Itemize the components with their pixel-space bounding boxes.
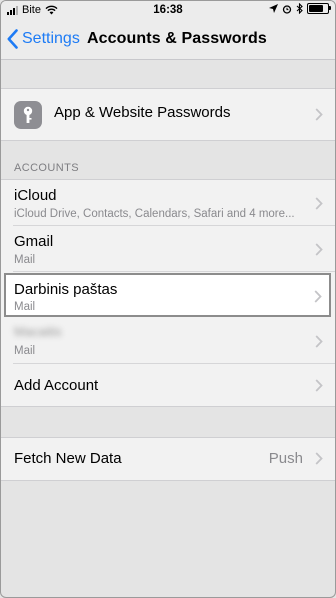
account-detail: Mail xyxy=(14,301,36,313)
fetch-new-data-row[interactable]: Fetch New Data Push xyxy=(1,438,335,480)
account-name: Gmail xyxy=(14,233,54,250)
location-arrow-icon xyxy=(269,4,278,13)
alarm-clock-icon xyxy=(282,4,292,14)
bluetooth-icon xyxy=(296,3,303,14)
account-row-gmail[interactable]: Gmail Mail xyxy=(1,226,335,272)
account-name: iCloud xyxy=(14,187,57,204)
account-row-icloud[interactable]: iCloud iCloud Drive, Contacts, Calendars… xyxy=(1,180,335,226)
chevron-right-icon xyxy=(315,108,323,121)
chevron-right-icon xyxy=(315,335,323,348)
status-bar: Bite 16:38 xyxy=(1,1,335,21)
key-icon xyxy=(14,101,42,129)
account-name: Darbinis paštas xyxy=(14,281,118,298)
chevron-right-icon xyxy=(315,197,323,210)
app-website-passwords-label: App & Website Passwords xyxy=(54,104,231,121)
account-detail: Mail xyxy=(14,345,36,357)
back-button-label: Settings xyxy=(22,30,80,47)
chevron-right-icon xyxy=(315,379,323,392)
battery-icon xyxy=(307,3,331,14)
app-website-passwords-row[interactable]: App & Website Passwords xyxy=(1,89,335,140)
back-button[interactable]: Settings xyxy=(7,27,80,51)
accounts-section-header: ACCOUNTS xyxy=(14,162,79,174)
screen: Bite 16:38 Settings Accounts & Passwords xyxy=(0,0,336,598)
fetch-group: Fetch New Data Push xyxy=(1,437,335,481)
chevron-right-icon xyxy=(315,452,323,465)
navigation-bar: Settings Accounts & Passwords xyxy=(1,21,335,60)
account-detail: Mail xyxy=(14,254,36,266)
fetch-value: Push xyxy=(268,450,303,467)
account-row-darbinis-pastas[interactable]: Darbinis paštas Mail xyxy=(4,273,331,317)
chevron-right-icon xyxy=(315,243,323,256)
add-account-row[interactable]: Add Account xyxy=(1,364,335,406)
account-detail: iCloud Drive, Contacts, Calendars, Safar… xyxy=(14,208,295,220)
chevron-left-icon xyxy=(7,29,18,49)
fetch-new-data-label: Fetch New Data xyxy=(14,450,122,467)
account-name: Macaitis xyxy=(14,324,62,339)
account-row-blurred[interactable]: Macaitis Mail xyxy=(1,318,335,364)
page-title: Accounts & Passwords xyxy=(87,30,267,47)
add-account-label: Add Account xyxy=(14,377,99,394)
chevron-right-icon xyxy=(314,290,322,303)
passwords-group: App & Website Passwords xyxy=(1,88,335,141)
